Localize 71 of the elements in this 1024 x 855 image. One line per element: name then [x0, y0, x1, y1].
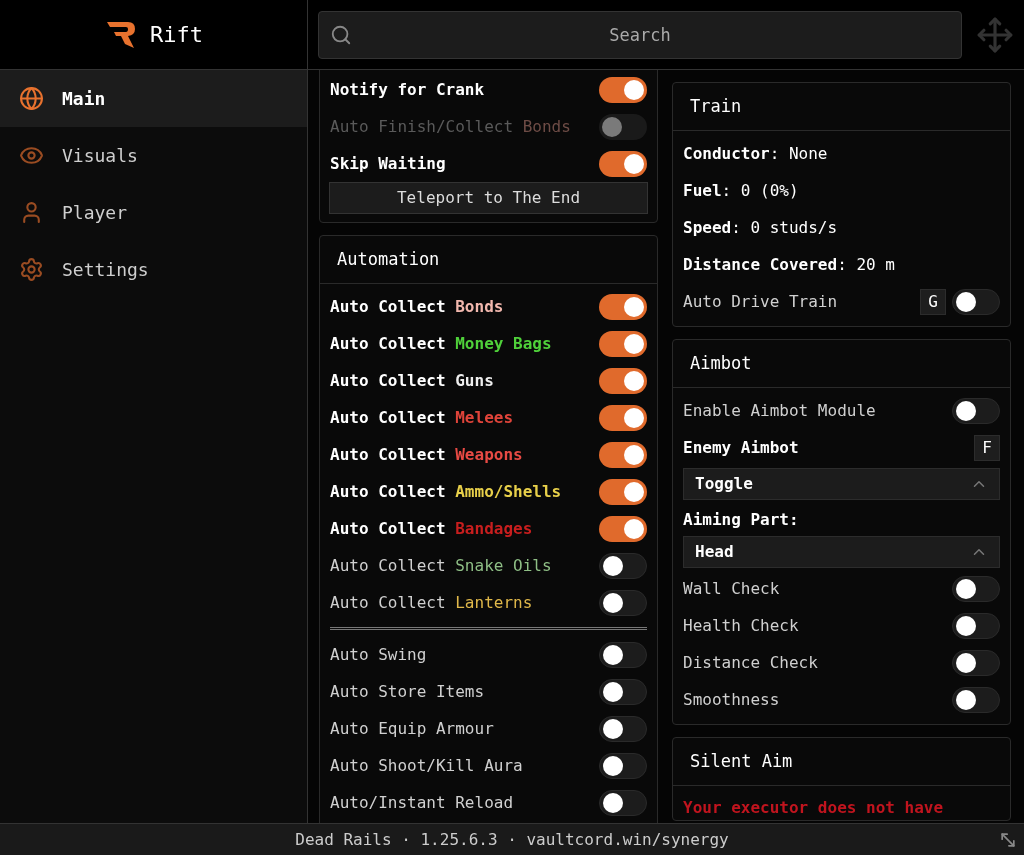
stat-text: Fuel: 0 (0%) — [683, 179, 799, 202]
sidebar-item[interactable]: Settings — [0, 241, 307, 298]
sidebar-item[interactable]: Player — [0, 184, 307, 241]
toggle-label: Notify for Crank — [330, 78, 485, 101]
status-text: Dead Rails · 1.25.6.3 · vaultcord.win/synergy — [295, 828, 729, 851]
toggle-switch[interactable] — [599, 330, 647, 357]
toggle-switch[interactable] — [599, 552, 647, 579]
toggle-switch[interactable] — [599, 752, 647, 779]
toggle-label: Auto Collect Bandages — [330, 517, 533, 540]
warning-text: Your executor does not have — [683, 798, 944, 817]
settings-icon — [19, 257, 44, 282]
toggle-label: Auto Shoot/Kill Aura — [330, 754, 523, 777]
toggle-label: Distance Check — [683, 651, 818, 674]
globe-icon — [19, 86, 44, 111]
toggle-label: Auto Collect Ammo/Shells — [330, 480, 562, 503]
toggle-switch[interactable] — [599, 478, 647, 505]
keybind-key[interactable]: G — [920, 288, 946, 315]
keybind-label: Enemy Aimbot — [683, 436, 799, 459]
toggle-label: Smoothness — [683, 688, 780, 711]
toggle-label: Auto Collect Melees — [330, 406, 514, 429]
toggle-switch[interactable] — [952, 686, 1000, 713]
toggle-label: Auto Equip Armour — [330, 717, 494, 740]
card-title: Silent Aim — [690, 749, 793, 773]
stat-text: Conductor: None — [683, 142, 828, 165]
toggle-switch[interactable] — [599, 515, 647, 542]
toggle-label: Auto Drive Train — [683, 290, 838, 313]
stat-text: Distance Covered: 20 m — [683, 253, 895, 276]
toggle-label: Auto Collect Money Bags — [330, 332, 552, 355]
toggle-switch[interactable] — [599, 76, 647, 103]
card-title: Automation — [337, 247, 440, 271]
app-name: Rift — [150, 21, 203, 49]
sidebar-item[interactable]: Main — [0, 70, 307, 127]
toggle-label: Health Check — [683, 614, 799, 637]
toggle-label: Enable Aimbot Module — [683, 399, 876, 422]
toggle-label: Auto Collect Bonds — [330, 295, 504, 318]
toggle-switch[interactable] — [952, 575, 1000, 602]
toggle-label: Auto Swing — [330, 643, 427, 666]
toggle-switch[interactable] — [599, 404, 647, 431]
toggle-label: Auto Collect Guns — [330, 369, 494, 392]
toggle-switch[interactable] — [599, 678, 647, 705]
keybind-key[interactable]: F — [974, 434, 1000, 461]
toggle-label: Auto Collect Snake Oils — [330, 554, 552, 577]
dropdown[interactable]: Toggle — [683, 468, 1000, 500]
toggle-switch[interactable] — [599, 150, 647, 177]
stat-text: Speed: 0 studs/s — [683, 216, 838, 239]
toggle-switch[interactable] — [952, 612, 1000, 639]
toggle-label: Auto Finish/Collect Bonds — [330, 115, 571, 138]
search-icon — [330, 23, 352, 46]
card-title: Aimbot — [690, 351, 752, 375]
toggle-switch[interactable] — [952, 288, 1000, 315]
toggle-switch[interactable] — [599, 641, 647, 668]
toggle-label: Auto Collect Lanterns — [330, 591, 533, 614]
toggle-switch[interactable] — [599, 293, 647, 320]
dropdown[interactable]: Head — [683, 536, 1000, 568]
toggle-label: Auto Store Items — [330, 680, 485, 703]
search-field[interactable]: Search — [318, 10, 962, 59]
toggle-switch[interactable] — [599, 715, 647, 742]
toggle-switch[interactable] — [599, 589, 647, 616]
sidebar-item[interactable]: Visuals — [0, 127, 307, 184]
toggle-label: Wall Check — [683, 577, 780, 600]
toggle-switch[interactable] — [599, 367, 647, 394]
toggle-switch[interactable] — [952, 649, 1000, 676]
teleport-button[interactable]: Teleport to The End — [329, 182, 648, 214]
toggle-label: Skip Waiting — [330, 152, 446, 175]
card-title: Train — [690, 94, 742, 118]
toggle-label: Auto/Instant Reload — [330, 791, 514, 814]
field-label: Aiming Part: — [683, 510, 799, 529]
toggle-label: Auto Collect Weapons — [330, 443, 523, 466]
toggle-switch[interactable] — [952, 397, 1000, 424]
toggle-switch[interactable] — [599, 441, 647, 468]
toggle-switch[interactable] — [599, 789, 647, 816]
